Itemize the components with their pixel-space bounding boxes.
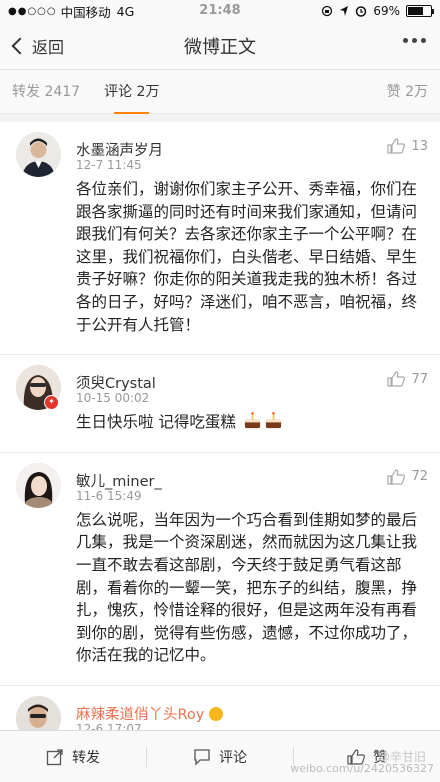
like-count: 13 bbox=[411, 138, 428, 154]
like-count: 72 bbox=[411, 469, 428, 485]
alarm-icon bbox=[356, 6, 367, 17]
repost-icon bbox=[46, 748, 63, 765]
comment-button[interactable]: 评论 bbox=[147, 731, 293, 782]
vip-emoji-icon bbox=[209, 706, 223, 721]
more-dot-icon bbox=[403, 38, 408, 43]
tab-bar: 转发 2417 评论 2万 赞 2万 bbox=[0, 70, 440, 114]
thumb-up-icon bbox=[387, 138, 406, 154]
avatar-portrait-icon bbox=[16, 695, 61, 730]
repost-button[interactable]: 转发 bbox=[0, 731, 146, 782]
page-title: 微博正文 bbox=[184, 36, 256, 58]
location-icon bbox=[340, 6, 349, 16]
carrier-label: 中国移动 bbox=[60, 4, 111, 20]
comment-item: 水墨涵声岁月 12-7 11:45 13 各位亲们，谢谢你们家主子公开、秀幸福，… bbox=[0, 122, 440, 356]
status-right: 69% bbox=[321, 4, 434, 18]
comment-text: 各位亲们，谢谢你们家主子公开、秀幸福，你们在跟各家撕逼的同时还有时间来我们家通知… bbox=[76, 180, 418, 334]
signal-indicator: ●●○○○ bbox=[8, 5, 57, 17]
comment-username[interactable]: 水墨涵声岁月 bbox=[76, 122, 428, 160]
watermark-url: weibo.com/u/2420536327 bbox=[290, 762, 434, 775]
tab-like[interactable]: 赞 2万 bbox=[375, 70, 440, 114]
comment-item: 敏儿_miner_ 11-6 15:49 72 怎么说呢，当年因为一个巧合看到佳… bbox=[0, 453, 440, 686]
repost-label: 转发 bbox=[72, 749, 100, 766]
comment-username[interactable]: 麻辣柔道俏丫头Roy bbox=[76, 686, 428, 724]
comment-time: 11-6 15:49 bbox=[76, 488, 142, 503]
like-count: 77 bbox=[411, 371, 428, 387]
back-label: 返回 bbox=[32, 37, 65, 57]
comment-time: 10-15 00:02 bbox=[76, 391, 150, 406]
comment-item: 麻辣柔道俏丫头Roy 12-6 17:07 bbox=[0, 686, 440, 730]
more-button[interactable] bbox=[403, 38, 426, 43]
battery-icon bbox=[406, 5, 434, 17]
nav-bar: 返回 微博正文 bbox=[0, 22, 440, 70]
cake-icon bbox=[244, 412, 260, 429]
avatar[interactable] bbox=[16, 132, 61, 177]
status-bar: ●●○○○ 中国移动 4G 21:48 69% bbox=[0, 0, 440, 22]
tab-repost[interactable]: 转发 2417 bbox=[0, 70, 92, 114]
more-dot-icon bbox=[412, 38, 417, 43]
network-type: 4G bbox=[116, 3, 135, 19]
avatar-portrait-icon bbox=[16, 462, 61, 508]
comment-text-wrap: 生日快乐啦 记得吃蛋糕 bbox=[76, 411, 428, 452]
comment-list[interactable]: 水墨涵声岁月 12-7 11:45 13 各位亲们，谢谢你们家主子公开、秀幸福，… bbox=[0, 122, 440, 730]
comment-text: 怎么说呢，当年因为一个巧合看到佳期如梦的最后几集，我是一个资深剧迷，然而就因为这… bbox=[76, 510, 418, 665]
avatar[interactable] bbox=[16, 695, 61, 730]
avatar[interactable] bbox=[16, 462, 61, 508]
comment-icon bbox=[194, 748, 210, 766]
comment-username[interactable]: 须臾Crystal bbox=[76, 355, 428, 393]
comment-like-button[interactable]: 77 bbox=[387, 371, 428, 387]
comment-label: 评论 bbox=[219, 749, 247, 766]
comment-time: 12-7 11:45 bbox=[76, 158, 142, 172]
battery-percent: 69% bbox=[373, 4, 400, 18]
comment-item: ✦ 须臾Crystal 10-15 00:02 77 生日快乐啦 记得吃蛋糕 bbox=[0, 355, 440, 453]
avatar-portrait-icon bbox=[16, 132, 61, 177]
lock-rotation-icon bbox=[322, 5, 333, 17]
comment-username[interactable]: 敏儿_miner_ bbox=[76, 453, 428, 491]
thumb-up-icon bbox=[387, 469, 406, 485]
chevron-left-icon bbox=[11, 37, 29, 54]
comment-username-text: 麻辣柔道俏丫头Roy bbox=[76, 706, 205, 723]
back-button[interactable]: 返回 bbox=[0, 34, 64, 58]
comment-text: 生日快乐啦 记得吃蛋糕 bbox=[76, 413, 236, 432]
verified-badge-icon: ✦ bbox=[44, 395, 59, 411]
tab-comment[interactable]: 评论 2万 bbox=[92, 70, 171, 114]
cake-icon bbox=[265, 412, 281, 429]
thumb-up-icon bbox=[387, 371, 406, 387]
comment-time: 12-6 17:07 bbox=[76, 721, 142, 730]
more-dot-icon bbox=[421, 38, 426, 43]
comment-like-button[interactable]: 72 bbox=[387, 469, 428, 485]
comment-like-button[interactable]: 13 bbox=[387, 138, 428, 154]
